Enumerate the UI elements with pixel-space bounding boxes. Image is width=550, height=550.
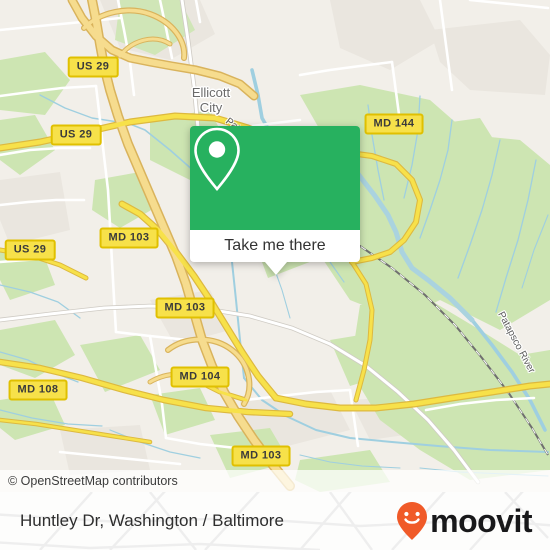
footer-bar: Huntley Dr, Washington / Baltimore moovi… bbox=[0, 492, 550, 550]
shield-md-103-west[interactable]: MD 103 bbox=[99, 227, 159, 249]
moovit-smiley-pin-icon bbox=[397, 502, 428, 540]
shield-md-108[interactable]: MD 108 bbox=[8, 379, 68, 401]
shield-us-29-north[interactable]: US 29 bbox=[67, 56, 119, 78]
shield-md-104[interactable]: MD 104 bbox=[170, 366, 230, 388]
take-me-there-callout[interactable]: Take me there bbox=[190, 126, 360, 275]
shield-md-144[interactable]: MD 144 bbox=[364, 113, 424, 135]
location-pin-icon bbox=[194, 127, 240, 192]
attribution-text: © OpenStreetMap contributors bbox=[8, 474, 178, 488]
shield-md-103-south[interactable]: MD 103 bbox=[231, 445, 291, 467]
page-title: Huntley Dr, Washington / Baltimore bbox=[20, 511, 284, 530]
screenshot-root: Ellicott City Pata Patapsco River US 29 … bbox=[0, 0, 550, 550]
map-attribution[interactable]: © OpenStreetMap contributors bbox=[0, 470, 550, 492]
take-me-there-label: Take me there bbox=[224, 237, 326, 254]
shield-md-103-mid[interactable]: MD 103 bbox=[155, 297, 215, 319]
moovit-logo[interactable]: moovit bbox=[395, 501, 532, 541]
shield-us-29-mid[interactable]: US 29 bbox=[50, 124, 102, 146]
map-canvas[interactable]: Ellicott City Pata Patapsco River US 29 … bbox=[0, 0, 550, 492]
callout-tail bbox=[265, 262, 287, 275]
moovit-wordmark: moovit bbox=[430, 503, 532, 539]
shield-us-29-south[interactable]: US 29 bbox=[4, 239, 56, 261]
callout-image-area bbox=[190, 126, 360, 230]
callout-action-bar[interactable]: Take me there bbox=[190, 230, 360, 262]
